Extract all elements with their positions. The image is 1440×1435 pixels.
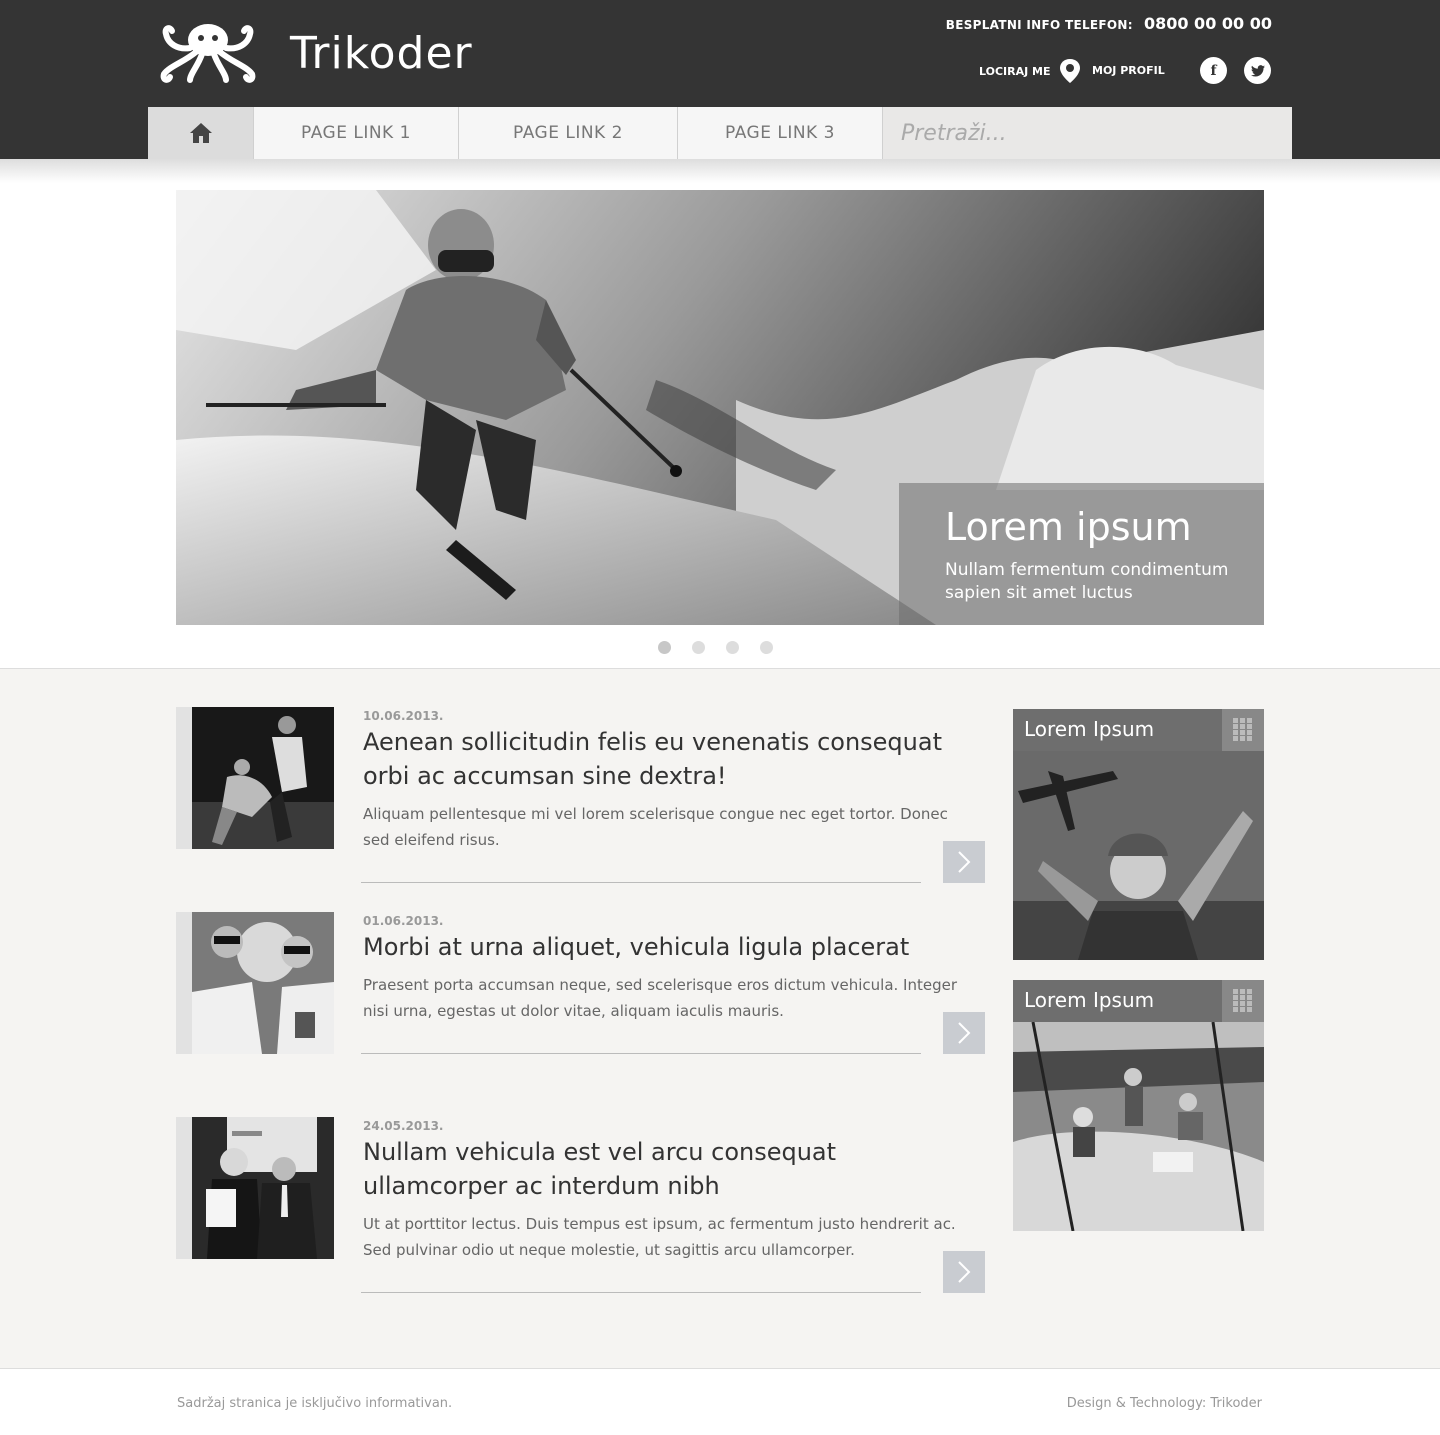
slider-dot-3[interactable] [726, 641, 739, 654]
sailing-photo [1013, 1022, 1264, 1231]
widget-title: Lorem Ipsum [1024, 717, 1155, 741]
nav-page-link-2[interactable]: PAGE LINK 2 [459, 107, 678, 159]
nav-home[interactable] [148, 107, 254, 159]
news-title[interactable]: Aenean sollicitudin felis eu venenatis c… [363, 725, 963, 793]
hero-subtitle: Nullam fermentum condimentum sapien sit … [945, 560, 1229, 603]
news-excerpt: Ut at porttitor lectus. Duis tempus est … [363, 1215, 956, 1259]
locate-me-label: LOCIRAJ ME [979, 64, 1051, 78]
twitter-icon[interactable] [1244, 57, 1271, 84]
nav-page-link-1[interactable]: PAGE LINK 1 [254, 107, 459, 159]
grid-view-button[interactable] [1222, 980, 1264, 1022]
octopus-logo-icon[interactable] [160, 22, 256, 84]
award-ceremony-photo [192, 1117, 334, 1259]
header-shadow [0, 159, 1440, 183]
info-phone: BESPLATNI INFO TELEFON: 0800 00 00 00 [946, 14, 1272, 33]
news-thumbnail[interactable] [192, 1117, 334, 1259]
map-pin-icon [1059, 59, 1080, 83]
search-input[interactable] [883, 107, 1292, 159]
dancers-photo [192, 707, 334, 849]
news-date: 10.06.2013. [363, 709, 444, 723]
my-profile-link[interactable]: MOJ PROFIL [1092, 64, 1165, 77]
news-thumbnail[interactable] [192, 912, 334, 1054]
slider-dot-2[interactable] [692, 641, 705, 654]
news-divider [361, 882, 921, 883]
footer-disclaimer: Sadržaj stranica je isključivo informati… [177, 1396, 453, 1411]
news-title[interactable]: Nullam vehicula est vel arcu consequat u… [363, 1135, 963, 1203]
hero-caption: Lorem ipsum Nullam fermentum condimentum… [899, 483, 1264, 625]
main-nav: PAGE LINK 1 PAGE LINK 2 PAGE LINK 3 [148, 107, 883, 159]
news-title[interactable]: Morbi at urna aliquet, vehicula ligula p… [363, 930, 963, 964]
sidebar-widget[interactable]: Lorem Ipsum [1013, 709, 1264, 960]
plane-woman-photo [1013, 751, 1264, 960]
news-divider [361, 1053, 921, 1054]
friends-photo [192, 912, 334, 1054]
hero-title: Lorem ipsum [945, 505, 1192, 549]
news-thumbnail[interactable] [192, 707, 334, 849]
widget-title: Lorem Ipsum [1024, 988, 1155, 1012]
phone-number[interactable]: 0800 00 00 00 [1144, 14, 1272, 33]
sidebar-widget[interactable]: Lorem Ipsum [1013, 980, 1264, 1231]
news-divider [361, 1292, 921, 1293]
nav-page-link-3[interactable]: PAGE LINK 3 [678, 107, 883, 159]
read-more-button[interactable] [943, 841, 985, 883]
facebook-icon[interactable]: f [1200, 57, 1227, 84]
site-footer: Sadržaj stranica je isključivo informati… [0, 1368, 1440, 1435]
chevron-right-icon [958, 851, 971, 873]
twitter-bird-icon [1250, 64, 1265, 77]
news-date: 24.05.2013. [363, 1119, 444, 1133]
news-date: 01.06.2013. [363, 914, 444, 928]
locate-me-link[interactable]: LOCIRAJ ME [979, 58, 1081, 84]
chevron-right-icon [958, 1022, 971, 1044]
brand-wordmark[interactable]: Trikoder [290, 26, 473, 82]
footer-credits[interactable]: Design & Technology: Trikoder [1067, 1396, 1262, 1411]
grid-icon [1233, 718, 1252, 741]
slider-dot-1[interactable] [658, 641, 671, 654]
news-excerpt: Aliquam pellentesque mi vel lorem sceler… [363, 805, 948, 849]
slider-pagination [658, 641, 773, 654]
home-icon [189, 123, 212, 143]
phone-label: BESPLATNI INFO TELEFON: [945, 18, 1133, 32]
read-more-button[interactable] [943, 1251, 985, 1293]
grid-view-button[interactable] [1222, 709, 1264, 751]
chevron-right-icon [958, 1261, 971, 1283]
slider-dot-4[interactable] [760, 641, 773, 654]
news-excerpt: Praesent porta accumsan neque, sed scele… [363, 976, 958, 1020]
read-more-button[interactable] [943, 1012, 985, 1054]
grid-icon [1233, 989, 1252, 1012]
